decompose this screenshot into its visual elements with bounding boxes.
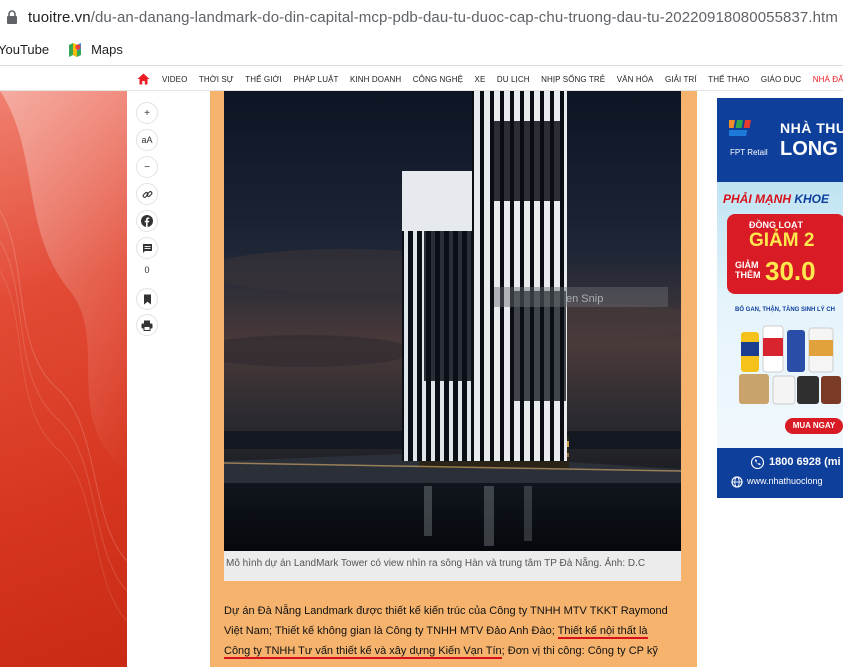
- facebook-share-button[interactable]: [136, 210, 158, 232]
- bookmark-label: YouTube: [0, 42, 50, 57]
- ad-slogan-b: KHOE: [791, 192, 830, 206]
- nav-item-du-lich[interactable]: DU LỊCH: [497, 75, 530, 84]
- bookmark-label: Maps: [91, 42, 123, 57]
- ad-brand-line-2: LONG: [780, 138, 838, 160]
- printer-icon: [141, 320, 153, 331]
- ad-promo-line-3: GIẢM THÊM: [735, 260, 761, 280]
- ad-website: www.nhathuoclong: [747, 476, 823, 486]
- article-content: en Snip Mô hình dự án LandMark Tower có …: [210, 91, 697, 667]
- ad-promo-line-2: GIẢM 2: [749, 230, 815, 251]
- nav-list: VIDEO THỜI SỰ THẾ GIỚI PHÁP LUẬT KINH DO…: [137, 67, 843, 91]
- site-nav: VIDEO THỜI SỰ THẾ GIỚI PHÁP LUẬT KINH DO…: [0, 67, 843, 91]
- ad-brand-line-1: NHÀ THU: [780, 120, 843, 136]
- maps-icon: [69, 42, 82, 57]
- wave-pattern: [0, 91, 127, 622]
- photo-caption: Mô hình dự án LandMark Tower có view nhì…: [224, 551, 681, 581]
- article-paragraph: Dự án Đà Nẵng Landmark được thiết kế kiế…: [224, 601, 676, 661]
- address-bar[interactable]: tuoitre.vn/du-an-danang-landmark-do-din-…: [0, 0, 843, 34]
- nav-item-nhip-song-tre[interactable]: NHỊP SỐNG TRẺ: [541, 75, 605, 84]
- comment-count: 0: [144, 265, 150, 275]
- ad-promo-them: THÊM: [735, 270, 761, 280]
- ad-products-image: [739, 325, 841, 405]
- bookmark-maps[interactable]: Maps: [67, 42, 123, 58]
- comment-icon: [142, 243, 152, 253]
- ad-body: PHẢI MẠNH KHOE ĐỒNG LOẠT GIẢM 2 GIẢM THÊM…: [717, 182, 843, 498]
- ad-promo-box: ĐỒNG LOẠT GIẢM 2 GIẢM THÊM 30.0: [727, 214, 843, 294]
- landmark-tower-photo[interactable]: en Snip: [224, 91, 681, 551]
- ad-phone-suffix: (mi: [824, 456, 841, 468]
- print-button[interactable]: [136, 314, 158, 336]
- bookmark-youtube[interactable]: YouTube: [0, 42, 49, 57]
- nav-item-giai-tri[interactable]: GIẢI TRÍ: [665, 75, 697, 84]
- ad-small-text: BỔ GAN, THẬN, TĂNG SINH LÝ CH: [735, 307, 835, 313]
- nav-item-thoi-su[interactable]: THỜI SỰ: [199, 75, 234, 84]
- ad-header: FPT Retail NHÀ THU LONG: [717, 98, 843, 182]
- ad-retail-label: FPT Retail: [730, 148, 768, 157]
- ad-promo-line-1: ĐỒNG LOẠT: [749, 220, 803, 230]
- phone-icon: [751, 456, 764, 469]
- comment-button[interactable]: [136, 237, 158, 259]
- url-path: /du-an-danang-landmark-do-din-capital-mc…: [90, 8, 838, 26]
- ad-footer: 1800 6928 (mi www.nhathuoclong: [717, 448, 843, 498]
- ad-slogan-a: PHẢI MẠNH: [723, 192, 791, 206]
- copy-link-button[interactable]: [136, 183, 158, 205]
- nav-item-nha-dat[interactable]: NHÀ ĐẤT: [813, 75, 843, 84]
- ad-buy-button[interactable]: MUA NGAY: [785, 418, 843, 434]
- bookmark-icon: [143, 294, 151, 304]
- ad-promo-amount: 30.0: [765, 256, 816, 286]
- home-icon[interactable]: [137, 73, 150, 85]
- nav-item-van-hoa[interactable]: VĂN HÓA: [617, 75, 654, 84]
- nav-item-xe[interactable]: XE: [475, 75, 486, 84]
- nav-item-the-thao[interactable]: THỂ THAO: [708, 75, 749, 84]
- ad-promo-giam: GIẢM: [735, 260, 759, 270]
- pharmacy-ad-banner[interactable]: FPT Retail NHÀ THU LONG PHẢI MẠNH KHOE Đ…: [717, 98, 843, 498]
- nav-item-video[interactable]: VIDEO: [162, 75, 187, 84]
- nav-item-giao-duc[interactable]: GIÁO DỤC: [761, 75, 801, 84]
- nav-item-the-gioi[interactable]: THẾ GIỚI: [245, 75, 282, 84]
- nav-item-kinh-doanh[interactable]: KINH DOANH: [350, 75, 401, 84]
- lock-icon: [7, 10, 17, 24]
- paragraph-part-2: ; Đơn vị thi công: Công ty CP kỹ: [501, 645, 658, 657]
- ad-slogan: PHẢI MẠNH KHOE: [723, 192, 829, 206]
- url-host: tuoitre.vn: [28, 8, 91, 26]
- ad-phone-number: 1800 6928: [769, 456, 821, 468]
- facebook-icon: [141, 215, 153, 227]
- left-background-banner: [0, 91, 127, 667]
- globe-icon: [731, 476, 743, 488]
- link-icon: [142, 190, 152, 198]
- browser-window: tuoitre.vn/du-an-danang-landmark-do-din-…: [0, 0, 843, 667]
- url-text[interactable]: tuoitre.vn/du-an-danang-landmark-do-din-…: [28, 9, 838, 26]
- nav-item-phap-luat[interactable]: PHÁP LUẬT: [293, 75, 338, 84]
- font-size-button[interactable]: aA: [136, 129, 158, 151]
- fpt-logo-icon: [729, 120, 751, 136]
- ad-phone: 1800 6928 (mi: [769, 456, 841, 468]
- bookmark-button[interactable]: [136, 288, 158, 310]
- zoom-in-button[interactable]: +: [136, 102, 158, 124]
- zoom-out-button[interactable]: −: [136, 156, 158, 178]
- photo-overlay-text: en Snip: [566, 293, 603, 305]
- bookmarks-bar: YouTube Maps: [0, 34, 843, 66]
- nav-item-cong-nghe[interactable]: CÔNG NGHỆ: [413, 75, 463, 84]
